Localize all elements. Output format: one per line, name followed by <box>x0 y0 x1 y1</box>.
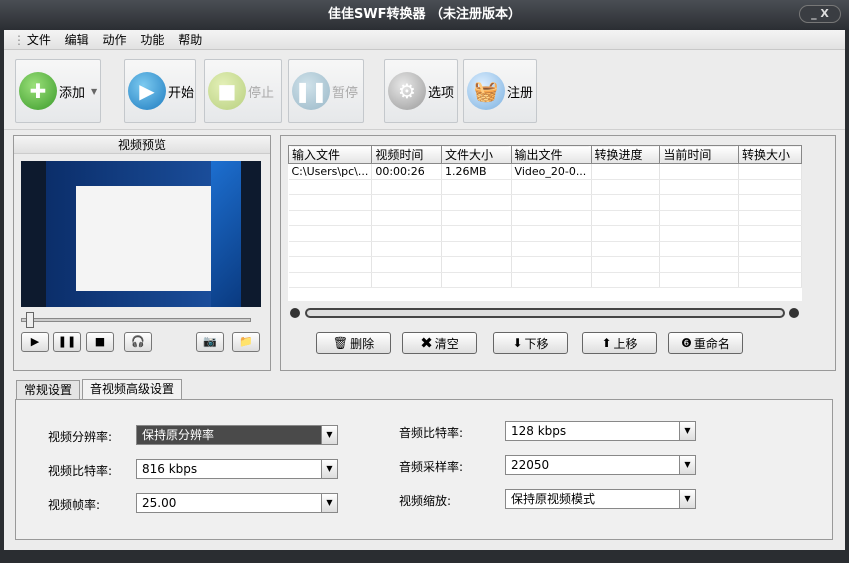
preview-title: 视频预览 <box>14 136 270 154</box>
dropdown-arrow-icon[interactable]: ▼ <box>91 87 97 96</box>
file-table: 输入文件 视频时间 文件大小 输出文件 转换进度 当前时间 转换大小 C:\Us… <box>288 145 802 301</box>
basket-icon: 🧺 <box>467 72 505 110</box>
menu-function[interactable]: 功能 <box>135 30 169 50</box>
gear-icon: ⚙ <box>388 72 426 110</box>
tab-av-advanced-settings[interactable]: 音视频高级设置 <box>82 379 183 399</box>
tab-general-settings[interactable]: 常规设置 <box>16 380 81 399</box>
col-output-file[interactable]: 输出文件 <box>510 145 592 164</box>
col-current-time[interactable]: 当前时间 <box>659 145 739 164</box>
rename-icon: ❻ <box>681 336 692 350</box>
menu-action[interactable]: 动作 <box>98 30 132 50</box>
play-button[interactable]: ▶ <box>21 332 49 352</box>
play-icon: ▶ <box>128 72 166 110</box>
headphones-icon[interactable]: 🎧 <box>124 332 152 352</box>
col-progress[interactable]: 转换进度 <box>590 145 661 164</box>
chevron-down-icon: ▼ <box>321 426 337 444</box>
settings-panel: 视频分辨率: 保持原分辨率 ▼ 视频比特率: 816 kbps ▼ 视频帧率: 25… <box>15 399 833 540</box>
col-converted-size[interactable]: 转换大小 <box>737 145 802 164</box>
menu-help[interactable]: 帮助 <box>173 30 207 50</box>
col-file-size[interactable]: 文件大小 <box>441 145 512 164</box>
stop-button[interactable]: ■ 停止 <box>204 59 282 123</box>
audio-samplerate-select[interactable]: 22050 ▼ <box>505 455 696 475</box>
arrow-down-icon: ⬇ <box>512 336 523 350</box>
clear-button[interactable]: ✖ 清空 <box>402 332 477 354</box>
pause-button[interactable]: ❚❚ 暂停 <box>288 59 364 123</box>
trash-icon: 🗑 <box>332 336 349 350</box>
window-controls[interactable]: _ X <box>799 5 841 23</box>
plus-icon: ✚ <box>19 72 57 110</box>
col-duration[interactable]: 视频时间 <box>371 145 443 164</box>
video-scale-label: 视频缩放: <box>399 494 452 508</box>
title-bar: 佳佳SWF转换器 （未注册版本） _ X <box>0 0 849 30</box>
x-icon: ✖ <box>420 334 433 352</box>
add-button[interactable]: ✚ 添加 ▼ <box>15 59 101 123</box>
seek-slider[interactable] <box>21 318 251 322</box>
pause-button-preview[interactable]: ❚❚ <box>53 332 81 352</box>
scroll-right-icon[interactable] <box>789 308 799 318</box>
cell-duration: 00:00:26 <box>371 163 443 180</box>
cell-size: 1.26MB <box>441 163 512 180</box>
video-bitrate-label: 视频比特率: <box>48 464 113 478</box>
table-header: 输入文件 视频时间 文件大小 输出文件 转换进度 当前时间 转换大小 <box>288 145 802 164</box>
audio-bitrate-label: 音频比特率: <box>399 426 464 440</box>
video-bitrate-select[interactable]: 816 kbps ▼ <box>136 459 338 479</box>
options-button[interactable]: ⚙ 选项 <box>384 59 458 123</box>
audio-bitrate-select[interactable]: 128 kbps ▼ <box>505 421 696 441</box>
col-input-file[interactable]: 输入文件 <box>288 145 373 164</box>
delete-button[interactable]: 🗑 删除 <box>316 332 391 354</box>
video-fps-select[interactable]: 25.00 ▼ <box>136 493 338 513</box>
move-down-button[interactable]: ⬇ 下移 <box>493 332 568 354</box>
cell-input: C:\Users\pc\... <box>288 163 373 180</box>
menu-edit[interactable]: 编辑 <box>60 30 94 50</box>
preview-panel: 视频预览 ▶ ❚❚ ■ 🎧 📷 📁 <box>13 135 271 371</box>
cell-output: Video_20-0... <box>511 163 592 180</box>
stop-button-preview[interactable]: ■ <box>86 332 114 352</box>
video-resolution-select[interactable]: 保持原分辨率 ▼ <box>136 425 338 445</box>
arrow-up-icon: ⬆ <box>601 336 612 350</box>
grip-icon: ⋮ <box>13 33 25 47</box>
chevron-down-icon: ▼ <box>679 422 695 440</box>
menu-file[interactable]: 文件 <box>22 30 56 50</box>
chevron-down-icon: ▼ <box>679 456 695 474</box>
folder-icon[interactable]: 📁 <box>232 332 260 352</box>
start-button[interactable]: ▶ 开始 <box>124 59 196 123</box>
pause-icon: ❚❚ <box>292 72 330 110</box>
menu-bar: ⋮ 文件 编辑 动作 功能 帮助 <box>4 30 845 50</box>
video-fps-label: 视频帧率: <box>48 498 101 512</box>
chevron-down-icon: ▼ <box>321 494 337 512</box>
video-preview <box>21 161 261 307</box>
toolbar: ✚ 添加 ▼ ▶ 开始 ■ 停止 ❚❚ 暂停 ⚙ 选项 🧺 注册 <box>4 52 845 130</box>
snapshot-camera-icon[interactable]: 📷 <box>196 332 224 352</box>
scroll-left-icon[interactable] <box>290 308 300 318</box>
window-title: 佳佳SWF转换器 （未注册版本） <box>327 7 522 22</box>
chevron-down-icon: ▼ <box>679 490 695 508</box>
rename-button[interactable]: ❻ 重命名 <box>668 332 743 354</box>
table-row[interactable]: C:\Users\pc\... 00:00:26 1.26MB Video_20… <box>288 163 802 180</box>
client-area: ⋮ 文件 编辑 动作 功能 帮助 ✚ 添加 ▼ ▶ 开始 ■ 停止 ❚❚ 暂停 ⚙ 选项 🧺… <box>4 30 845 550</box>
move-up-button[interactable]: ⬆ 上移 <box>582 332 657 354</box>
register-button[interactable]: 🧺 注册 <box>463 59 537 123</box>
seek-handle[interactable] <box>26 312 34 328</box>
video-scale-select[interactable]: 保持原视频模式 ▼ <box>505 489 696 509</box>
horizontal-scrollbar[interactable] <box>305 308 785 318</box>
file-list-panel: 输入文件 视频时间 文件大小 输出文件 转换进度 当前时间 转换大小 C:\Us… <box>280 135 836 371</box>
chevron-down-icon: ▼ <box>321 460 337 478</box>
video-resolution-label: 视频分辨率: <box>48 430 113 444</box>
stop-icon: ■ <box>208 72 246 110</box>
audio-samplerate-label: 音频采样率: <box>399 460 464 474</box>
